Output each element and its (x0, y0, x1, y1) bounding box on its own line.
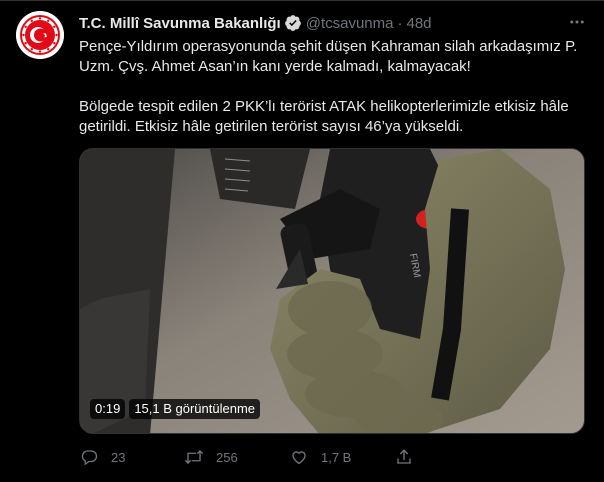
separator-dot: · (397, 14, 403, 32)
tweet-text: Pençe-Yıldırım operasyonunda şehit düşen… (79, 37, 589, 137)
video-player[interactable]: FIRM 0:19 15,1 B görüntülenme (79, 148, 585, 434)
tweet[interactable]: T.C. Millî Savunma Bakanlığı @tcsavunma … (0, 0, 604, 482)
video-duration: 0:19 (90, 399, 126, 419)
video-view-count: 15,1 B görüntülenme (129, 399, 261, 419)
video-info-badges: 0:19 15,1 B görüntülenme (90, 399, 261, 419)
video-frame: FIRM (80, 149, 584, 433)
share-icon (394, 447, 414, 467)
ministry-logo (16, 11, 64, 59)
tweet-paragraph-2: Bölgede tespit edilen 2 PKK’lı terörist … (79, 98, 569, 135)
tweet-paragraph-1: Pençe-Yıldırım operasyonunda şehit düşen… (79, 38, 578, 75)
retweet-icon (184, 447, 204, 467)
author-handle[interactable]: @tcsavunma (306, 15, 394, 32)
retweet-count: 256 (216, 449, 238, 465)
avatar[interactable] (16, 11, 64, 59)
more-icon[interactable] (566, 11, 588, 33)
author-name[interactable]: T.C. Millî Savunma Bakanlığı (79, 15, 281, 32)
heart-icon (289, 447, 309, 467)
tweet-header: T.C. Millî Savunma Bakanlığı @tcsavunma … (79, 13, 588, 33)
reply-count: 23 (111, 449, 126, 465)
share-button[interactable] (394, 445, 434, 469)
like-button[interactable]: 1,7 B (289, 445, 394, 469)
reply-icon (79, 447, 99, 467)
retweet-button[interactable]: 256 (184, 445, 289, 469)
like-count: 1,7 B (321, 449, 352, 465)
verified-badge-icon (284, 14, 302, 32)
reply-button[interactable]: 23 (79, 445, 184, 469)
tweet-timestamp[interactable]: 48d (406, 15, 431, 32)
tweet-actions: 23 256 1,7 B (79, 445, 499, 469)
